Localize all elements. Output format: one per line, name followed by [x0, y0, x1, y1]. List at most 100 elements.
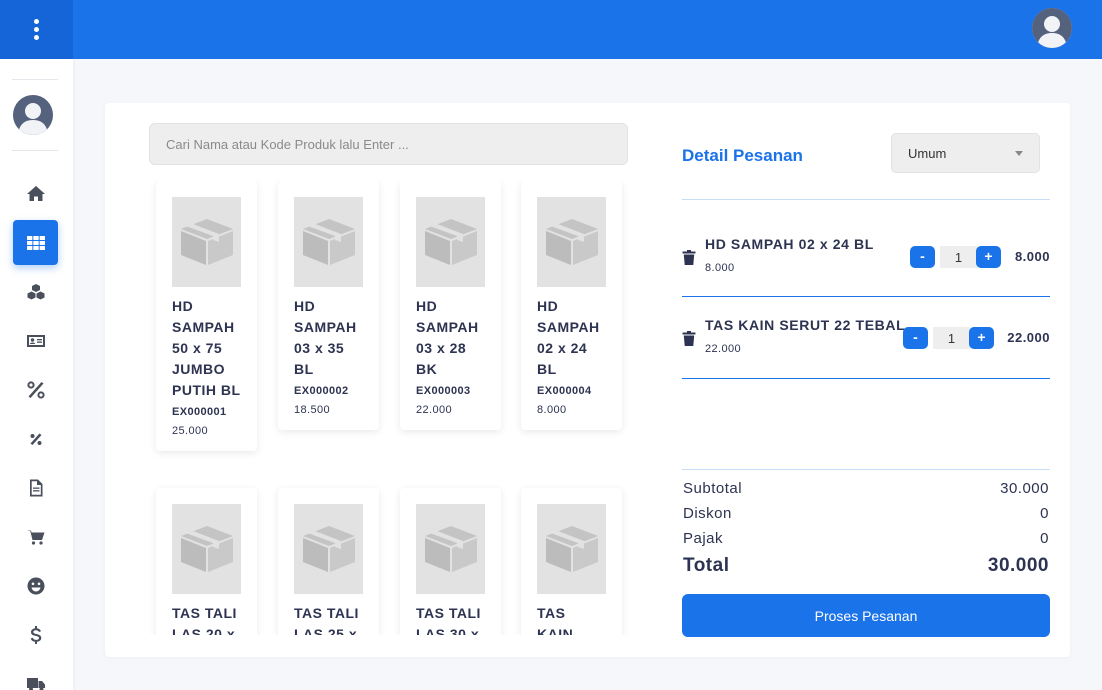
product-card[interactable]: HD SAMPAH 03 x 35 BL EX000002 18.500	[278, 181, 379, 430]
product-price: 25.000	[172, 425, 209, 437]
process-order-button[interactable]: Proses Pesanan	[682, 594, 1050, 637]
product-card[interactable]: TAS TALI LAS 30 x	[400, 488, 501, 635]
trash-icon[interactable]	[682, 250, 696, 265]
user-avatar[interactable]	[1032, 8, 1072, 48]
product-card[interactable]: TAS TALI LAS 20 x	[156, 488, 257, 635]
tax-row: Pajak 0	[683, 530, 1049, 547]
product-name: TAS TALI LAS 25 x	[294, 605, 359, 635]
product-name: HD SAMPAH 50 x 75 JUMBO PUTIH BL	[172, 298, 241, 398]
chevron-down-icon	[1015, 150, 1023, 156]
total-label: Total	[683, 555, 730, 576]
product-name: HD SAMPAH 03 x 35 BL	[294, 298, 357, 377]
cart-icon	[26, 529, 44, 545]
sidebar-item-pos[interactable]	[13, 220, 58, 265]
search-input[interactable]	[149, 123, 628, 165]
product-image-placeholder	[537, 197, 606, 287]
sidebar-item-delivery[interactable]	[13, 661, 58, 690]
document-icon	[29, 479, 42, 496]
product-image-placeholder	[416, 197, 485, 287]
order-item: HD SAMPAH 02 x 24 BL 8.000 - + 8.000	[682, 236, 1050, 286]
product-card[interactable]: TAS TALI LAS 25 x	[278, 488, 379, 635]
user-icon	[13, 95, 53, 135]
subtotal-value: 30.000	[1000, 480, 1049, 497]
qty-input[interactable]	[933, 327, 970, 349]
divider	[682, 296, 1050, 297]
product-name: TAS TALI LAS 30 x	[416, 605, 481, 635]
main-card: HD SAMPAH 50 x 75 JUMBO PUTIH BL EX00000…	[105, 103, 1070, 657]
customer-type-select[interactable]: Umum	[891, 133, 1040, 173]
sidebar-item-discounts[interactable]	[13, 367, 58, 412]
sidebar-avatar[interactable]	[13, 95, 53, 135]
divider	[682, 378, 1050, 379]
smile-icon	[26, 577, 45, 594]
sidebar-item-reports[interactable]	[13, 465, 58, 510]
product-price: 22.000	[416, 404, 453, 416]
product-grid: HD SAMPAH 50 x 75 JUMBO PUTIH BL EX00000…	[149, 181, 639, 635]
product-image-placeholder	[537, 504, 606, 594]
top-navbar	[0, 0, 1102, 59]
order-item-total: 22.000	[1007, 330, 1050, 345]
box-icon	[545, 526, 598, 572]
trash-icon[interactable]	[682, 331, 696, 346]
order-item-unit-price: 22.000	[705, 343, 742, 355]
qty-increase-button[interactable]: +	[969, 327, 994, 349]
product-price: 18.500	[294, 404, 331, 416]
discount-row: Diskon 0	[683, 505, 1049, 522]
product-name: HD SAMPAH 03 x 28 BK	[416, 298, 479, 377]
user-icon	[1032, 8, 1072, 48]
product-name: TAS KAIN SERUT 22	[537, 605, 574, 635]
sidebar-item-finance[interactable]	[13, 612, 58, 657]
box-icon	[302, 219, 355, 265]
box-icon	[545, 219, 598, 265]
discount-label: Diskon	[683, 505, 732, 522]
box-icon	[302, 526, 355, 572]
product-name: TAS TALI LAS 20 x	[172, 605, 237, 635]
order-item-name: HD SAMPAH 02 x 24 BL	[705, 236, 874, 252]
order-item: TAS KAIN SERUT 22 TEBAL 22.000 - + 22.00…	[682, 317, 1050, 367]
product-image-placeholder	[294, 504, 363, 594]
dollar-icon	[30, 625, 41, 644]
product-image-placeholder	[294, 197, 363, 287]
order-item-name: TAS KAIN SERUT 22 TEBAL	[705, 317, 906, 333]
cubes-icon	[27, 283, 44, 299]
product-code: EX000001	[172, 406, 227, 418]
product-price: 8.000	[537, 404, 567, 416]
product-code: EX000002	[294, 385, 349, 397]
sidebar-item-customers[interactable]	[13, 318, 58, 363]
box-icon	[180, 219, 233, 265]
box-icon	[424, 526, 477, 572]
kebab-menu-icon	[34, 19, 39, 40]
sidebar-item-products[interactable]	[13, 269, 58, 314]
subtotal-label: Subtotal	[683, 480, 743, 497]
total-row: Total 30.000	[683, 555, 1049, 577]
qty-input[interactable]	[940, 246, 977, 268]
sidebar-item-members[interactable]	[13, 563, 58, 608]
product-card[interactable]: HD SAMPAH 02 x 24 BL EX000004 8.000	[521, 181, 622, 430]
sidebar-divider	[12, 150, 58, 151]
percent-icon	[26, 380, 45, 399]
product-name: HD SAMPAH 02 x 24 BL	[537, 298, 600, 377]
subtotal-row: Subtotal 30.000	[683, 480, 1049, 497]
sidebar-item-home[interactable]	[13, 171, 58, 216]
order-detail-title: Detail Pesanan	[682, 146, 803, 165]
qty-decrease-button[interactable]: -	[910, 246, 935, 268]
product-card[interactable]: HD SAMPAH 50 x 75 JUMBO PUTIH BL EX00000…	[156, 181, 257, 451]
home-icon	[26, 185, 45, 201]
total-value: 30.000	[987, 555, 1049, 576]
product-card[interactable]: HD SAMPAH 03 x 28 BK EX000003 22.000	[400, 181, 501, 430]
sidebar	[0, 59, 73, 690]
sidebar-item-taxes[interactable]	[13, 416, 58, 461]
divider	[682, 469, 1050, 470]
order-item-total: 8.000	[1014, 249, 1050, 264]
sidebar-item-purchases[interactable]	[13, 514, 58, 559]
qty-increase-button[interactable]: +	[976, 246, 1001, 268]
product-image-placeholder	[172, 504, 241, 594]
discount-value: 0	[1040, 505, 1049, 522]
grid-icon	[26, 235, 45, 250]
qty-decrease-button[interactable]: -	[903, 327, 928, 349]
product-code: EX000003	[416, 385, 471, 397]
menu-toggle-button[interactable]	[0, 0, 73, 59]
truck-icon	[26, 677, 45, 690]
product-card[interactable]: TAS KAIN SERUT 22	[521, 488, 622, 635]
box-icon	[180, 526, 233, 572]
